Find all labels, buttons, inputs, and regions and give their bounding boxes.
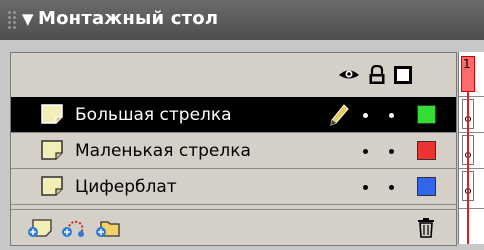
outline-color-swatch[interactable] xyxy=(417,141,436,160)
panel-title: Монтажный стол xyxy=(38,8,219,29)
eye-icon[interactable] xyxy=(337,65,361,85)
layer-name[interactable]: Циферблат xyxy=(75,176,177,198)
layers-list: Большая стрелка Маленькая стрелка Циферб… xyxy=(10,52,457,246)
layer-icon xyxy=(41,140,63,160)
collapse-arrow-icon[interactable]: ▼ xyxy=(22,8,34,30)
timeline-frames[interactable]: 1 xyxy=(458,52,484,244)
layers-toolbar xyxy=(11,209,456,245)
outline-color-swatch[interactable] xyxy=(417,105,436,124)
playhead[interactable] xyxy=(467,92,469,244)
panel-titlebar[interactable]: ▼ Монтажный стол xyxy=(0,0,484,40)
layer-name[interactable]: Большая стрелка xyxy=(75,104,232,126)
lock-dot[interactable] xyxy=(389,149,394,154)
frame-divider xyxy=(459,96,484,97)
outline-color-swatch[interactable] xyxy=(417,177,436,196)
lock-icon[interactable] xyxy=(368,65,386,85)
layers-header xyxy=(11,53,456,98)
visibility-dot[interactable] xyxy=(363,185,368,190)
add-motion-guide-icon[interactable] xyxy=(61,216,87,240)
outline-icon[interactable] xyxy=(394,66,412,84)
layer-row[interactable]: Циферблат xyxy=(11,169,456,205)
visibility-dot[interactable] xyxy=(363,149,368,154)
frame-divider xyxy=(459,168,484,169)
add-folder-icon[interactable] xyxy=(95,216,121,240)
layer-name[interactable]: Маленькая стрелка xyxy=(75,140,251,162)
visibility-dot[interactable] xyxy=(363,113,368,118)
layer-row[interactable]: Маленькая стрелка xyxy=(11,133,456,169)
layer-icon xyxy=(41,176,63,196)
frame-divider xyxy=(459,208,484,209)
lock-dot[interactable] xyxy=(389,113,394,118)
layer-icon xyxy=(41,104,63,124)
layer-row[interactable]: Большая стрелка xyxy=(11,97,456,133)
drag-grip-icon[interactable] xyxy=(7,10,17,30)
lock-dot[interactable] xyxy=(389,185,394,190)
trash-icon[interactable] xyxy=(415,216,437,240)
current-frame-indicator[interactable]: 1 xyxy=(461,56,475,92)
frame-divider xyxy=(459,132,484,133)
pencil-icon xyxy=(330,104,349,126)
timeline-panel: ▼ Монтажный стол Большая стрелка Маленьк… xyxy=(0,0,484,250)
add-layer-icon[interactable] xyxy=(27,216,53,240)
